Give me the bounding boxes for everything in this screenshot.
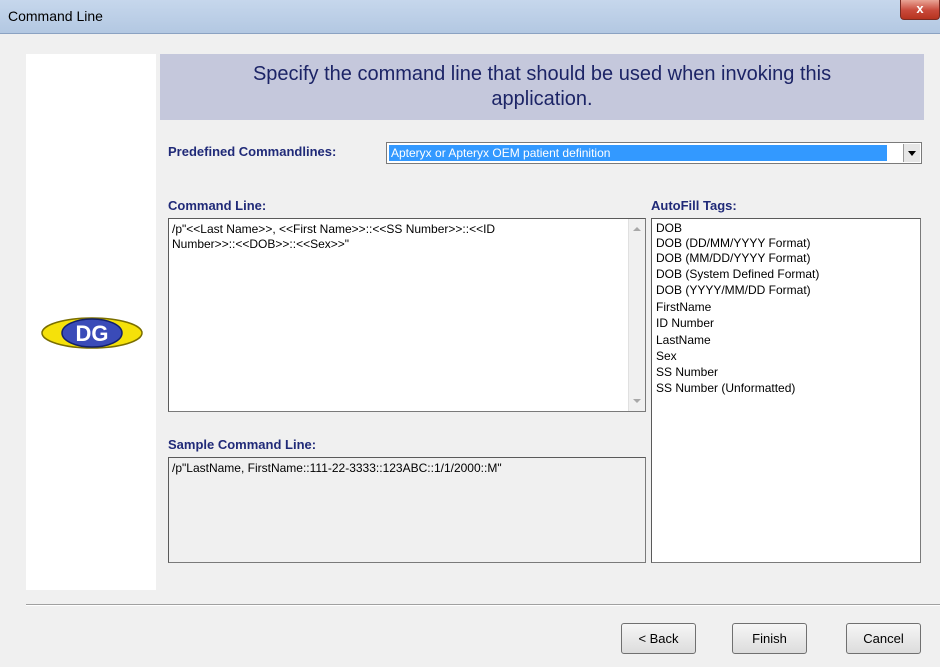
logo-panel: DG xyxy=(26,54,156,590)
logo-text: DG xyxy=(76,321,109,346)
list-item[interactable]: DOB (DD/MM/YYYY Format) xyxy=(656,236,810,251)
command-line-label: Command Line: xyxy=(168,198,267,213)
list-item[interactable]: DOB xyxy=(656,221,682,236)
sample-command-line-box: /p"LastName, FirstName::111-22-3333::123… xyxy=(168,457,646,563)
window-title: Command Line xyxy=(8,8,103,24)
command-line-text-line-1: /p"<<Last Name>>, <<First Name>>::<<SS N… xyxy=(172,222,496,236)
header-banner: Specify the command line that should be … xyxy=(160,54,924,120)
title-bar: Command Line x xyxy=(0,0,940,34)
finish-button[interactable]: Finish xyxy=(732,623,807,654)
header-line-1: Specify the command line that should be … xyxy=(252,63,832,85)
command-line-text-line-2: Number>>::<<DOB>>::<<Sex>>" xyxy=(172,237,350,251)
footer-divider xyxy=(26,604,940,606)
command-line-textarea[interactable]: /p"<<Last Name>>, <<First Name>>::<<SS N… xyxy=(168,218,646,412)
command-line-scrollbar[interactable] xyxy=(628,219,645,411)
chevron-down-icon[interactable] xyxy=(903,144,920,162)
dg-logo: DG xyxy=(41,317,143,349)
list-item[interactable]: SS Number (Unformatted) xyxy=(656,381,795,396)
list-item[interactable]: Sex xyxy=(656,349,677,364)
list-item[interactable]: SS Number xyxy=(656,365,718,380)
list-item[interactable]: DOB (MM/DD/YYYY Format) xyxy=(656,251,810,266)
back-button[interactable]: < Back xyxy=(621,623,696,654)
list-item[interactable]: ID Number xyxy=(656,316,714,331)
close-button[interactable]: x xyxy=(900,0,940,20)
close-icon: x xyxy=(916,1,924,16)
list-item[interactable]: FirstName xyxy=(656,300,711,315)
autofill-tags-list[interactable]: DOB DOB (DD/MM/YYYY Format) DOB (MM/DD/Y… xyxy=(651,218,921,563)
dialog-body: DG Specify the command line that should … xyxy=(8,34,940,667)
list-item[interactable]: DOB (System Defined Format) xyxy=(656,267,819,282)
scroll-down-icon[interactable] xyxy=(633,399,641,403)
sample-command-line-text: /p"LastName, FirstName::111-22-3333::123… xyxy=(172,461,502,475)
cancel-button[interactable]: Cancel xyxy=(846,623,921,654)
predefined-label: Predefined Commandlines: xyxy=(168,144,337,159)
autofill-tags-label: AutoFill Tags: xyxy=(651,198,737,213)
scroll-up-icon[interactable] xyxy=(633,227,641,231)
header-line-2: application. xyxy=(491,88,593,110)
list-item[interactable]: DOB (YYYY/MM/DD Format) xyxy=(656,283,811,298)
header-text: Specify the command line that should be … xyxy=(160,62,924,112)
predefined-selected-value: Apteryx or Apteryx OEM patient definitio… xyxy=(388,144,888,162)
sample-command-line-label: Sample Command Line: xyxy=(168,437,317,452)
predefined-commandlines-select[interactable]: Apteryx or Apteryx OEM patient definitio… xyxy=(386,142,922,164)
command-line-text: /p"<<Last Name>>, <<First Name>>::<<SS N… xyxy=(172,222,620,252)
list-item[interactable]: LastName xyxy=(656,333,711,348)
